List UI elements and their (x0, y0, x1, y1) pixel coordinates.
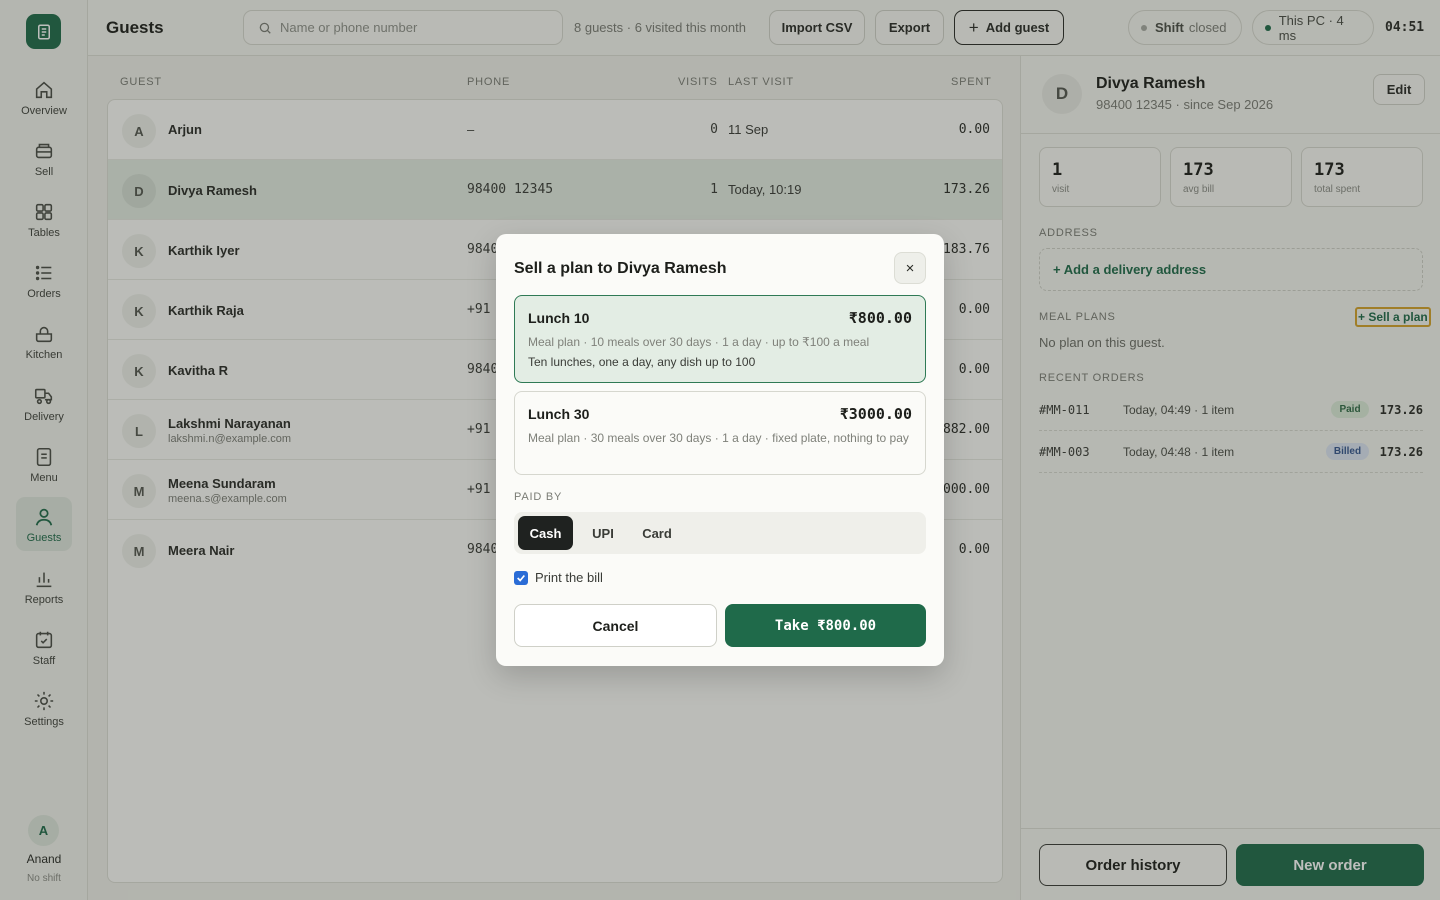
plan-name: Lunch 30 (528, 406, 590, 422)
close-icon: × (905, 259, 915, 277)
plan-description: Meal plan · 10 meals over 30 days · 1 a … (528, 335, 870, 349)
plan-name: Lunch 10 (528, 310, 590, 326)
plan-price: ₹800.00 (848, 309, 912, 327)
print-bill-checkbox[interactable] (514, 571, 528, 585)
plan-description: Meal plan · 30 meals over 30 days · 1 a … (528, 431, 909, 445)
payment-option-cash[interactable]: Cash (518, 516, 573, 550)
print-bill-label[interactable]: Print the bill (535, 570, 603, 585)
dialog-title: Sell a plan to Divya Ramesh (514, 260, 727, 277)
plan-option-lunch-30[interactable]: Lunch 30 ₹3000.00 Meal plan · 30 meals o… (514, 391, 926, 475)
payment-option-card[interactable]: Card (632, 516, 682, 550)
payment-option-upi[interactable]: UPI (580, 516, 626, 550)
sell-plan-dialog: Sell a plan to Divya Ramesh × Lunch 10 ₹… (496, 234, 944, 666)
plan-price: ₹3000.00 (839, 405, 912, 423)
cancel-button[interactable]: Cancel (514, 604, 717, 647)
plan-note: Ten lunches, one a day, any dish up to 1… (528, 355, 756, 369)
checkmark-icon (517, 574, 525, 582)
close-button[interactable]: × (894, 252, 926, 284)
payment-method-selector: Cash UPI Card (514, 512, 926, 554)
paid-by-label: PAID BY (514, 491, 563, 503)
plan-option-lunch-10[interactable]: Lunch 10 ₹800.00 Meal plan · 10 meals ov… (514, 295, 926, 383)
take-payment-button[interactable]: Take ₹800.00 (725, 604, 926, 647)
